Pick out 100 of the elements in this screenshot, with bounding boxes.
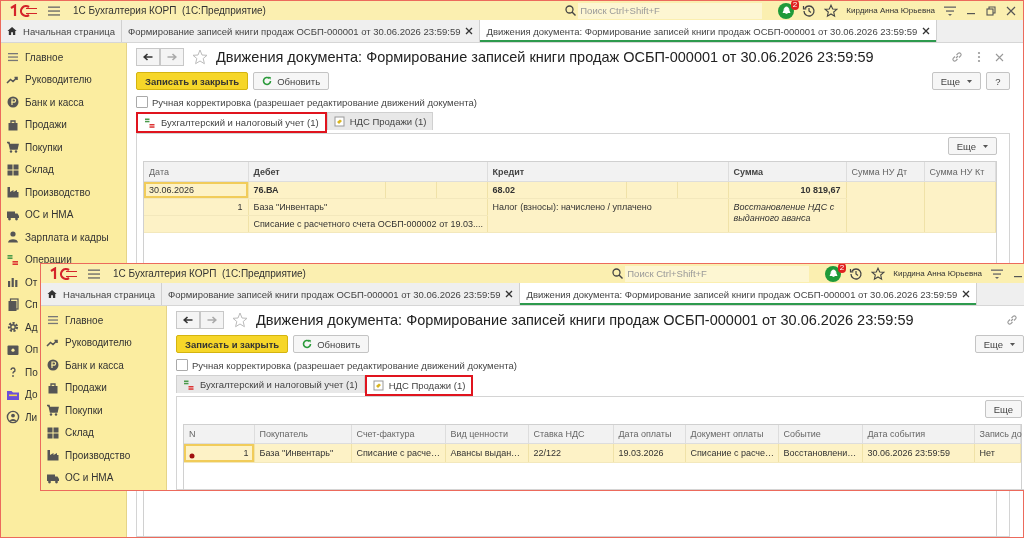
user-name[interactable]: Кирдина Анна Юрьевна <box>846 6 935 15</box>
column-header[interactable]: Запись до <box>974 425 1021 444</box>
table-row[interactable]: 1 База "Инвентарь" Списание с расче… Авансы выдан… 22/122 19.03.2026 Списание с расче… Восстановлени… 30.06.2026 23:59:59 Нет <box>184 443 1021 463</box>
menu-icon[interactable] <box>47 4 61 17</box>
column-header[interactable]: Сумма НУ Кт <box>924 162 996 182</box>
menu-icon[interactable] <box>990 267 1004 280</box>
sidebar-item[interactable]: По <box>1 361 38 384</box>
link-icon[interactable] <box>951 51 963 63</box>
column-header[interactable]: Событие <box>778 425 862 444</box>
column-header[interactable]: Дебет <box>248 162 487 182</box>
column-header[interactable]: Документ оплаты <box>685 425 778 444</box>
factory-icon <box>46 448 60 463</box>
column-header[interactable]: Сумма <box>728 162 846 182</box>
sidebar-item[interactable]: До <box>1 383 38 406</box>
sidebar-item[interactable]: Продажи <box>1 113 67 136</box>
checkbox-label: Ручная корректировка (разрешает редактирование движений документа) <box>192 359 517 371</box>
column-header[interactable]: Дата оплаты <box>613 425 685 444</box>
sidebar-item[interactable]: Ад <box>1 316 38 339</box>
menu-icon[interactable] <box>943 4 957 17</box>
sidebar-item[interactable]: Зарплата и кадры <box>1 226 109 249</box>
column-header[interactable]: Кредит <box>487 162 728 182</box>
form-tab[interactable]: НДС Продажи (1) <box>364 375 474 396</box>
star-icon[interactable] <box>232 312 248 328</box>
logo-icon[interactable] <box>9 3 39 18</box>
column-header[interactable]: Счет-фактура <box>351 425 445 444</box>
history-icon[interactable] <box>849 266 864 281</box>
form-tab[interactable]: НДС Продажи (1) <box>326 112 434 130</box>
ledger-icon <box>183 378 195 391</box>
close-icon[interactable] <box>505 290 514 298</box>
close-icon[interactable] <box>962 290 971 298</box>
sidebar-item[interactable]: Производство <box>1 181 91 204</box>
column-header[interactable]: N <box>184 425 254 444</box>
save-and-close-button[interactable]: Записать и закрыть <box>176 335 289 353</box>
sidebar-item[interactable]: Руководителю <box>41 331 132 354</box>
back-button[interactable] <box>136 48 160 66</box>
refresh-button[interactable]: Обновить <box>293 335 370 353</box>
tab-label: Формирование записей книги продаж ОСБП-000001 от 30.06.2026 23:59:59 <box>128 25 461 37</box>
coin-icon <box>6 95 20 110</box>
home-tab[interactable]: Начальная страница <box>41 283 162 305</box>
sidebar-item[interactable]: Ли <box>1 406 38 429</box>
star-icon[interactable] <box>824 3 839 18</box>
arrow-right-icon <box>167 53 177 61</box>
sidebar-item[interactable]: Главное <box>1 46 64 69</box>
star-icon[interactable] <box>192 49 208 65</box>
column-header[interactable]: Покупатель <box>254 425 351 444</box>
search-field[interactable]: Поиск Ctrl+Shift+F <box>625 265 810 282</box>
history-icon[interactable] <box>802 3 817 18</box>
table-cell: Восстановление НДС с выданного аванса <box>728 198 846 233</box>
form-tab[interactable]: Бухгалтерский и налоговый учет (1) <box>176 375 365 393</box>
save-and-close-button[interactable]: Записать и закрыть <box>136 72 249 90</box>
menu-icon[interactable] <box>87 267 101 280</box>
sidebar-item[interactable]: ОС и НМА <box>41 466 114 489</box>
sidebar-item[interactable]: Склад <box>1 158 54 181</box>
sidebar-item[interactable]: ОС и НМА <box>1 203 74 226</box>
close-icon[interactable] <box>1005 4 1017 17</box>
column-header[interactable]: Дата события <box>862 425 974 444</box>
sidebar-item[interactable]: Продажи <box>41 376 107 399</box>
user-name[interactable]: Кирдина Анна Юрьевна <box>893 269 982 278</box>
column-header[interactable]: Ставка НДС <box>528 425 613 444</box>
close-icon[interactable] <box>922 27 931 35</box>
bell-icon <box>781 6 791 15</box>
form-tab[interactable]: Бухгалтерский и налоговый учет (1) <box>136 112 327 133</box>
restore-icon[interactable] <box>985 4 997 17</box>
checkbox[interactable] <box>176 359 188 371</box>
link-icon[interactable] <box>1006 314 1018 326</box>
more-button[interactable]: Еще <box>931 72 981 90</box>
column-header[interactable]: Вид ценности <box>445 425 528 444</box>
sidebar-item[interactable]: Главное <box>41 309 104 332</box>
ledger-icon <box>6 252 20 267</box>
sidebar-item[interactable]: От <box>1 271 38 294</box>
sidebar-item[interactable]: Операции <box>1 248 72 271</box>
logo-icon[interactable] <box>49 266 79 281</box>
refresh-button[interactable]: Обновить <box>253 72 330 90</box>
search-field[interactable]: Поиск Ctrl+Shift+F <box>578 2 763 19</box>
more-button[interactable]: Еще <box>947 137 997 155</box>
arrow-left-icon <box>143 53 153 61</box>
sidebar-item[interactable]: Покупки <box>1 136 63 159</box>
home-tab[interactable]: Начальная страница <box>1 20 122 42</box>
sidebar-item[interactable]: Руководителю <box>1 68 92 91</box>
star-icon[interactable] <box>871 266 886 281</box>
sidebar-item[interactable]: Сп <box>1 293 38 316</box>
sidebar-item[interactable]: Банк и касса <box>1 91 84 114</box>
window-tab[interactable]: Движения документа: Формирование записей книги продаж ОСБП-000001 от 30.06.2026 23:59:59 <box>520 283 978 305</box>
sidebar-item[interactable]: Оп <box>1 338 39 361</box>
sidebar-item[interactable]: Склад <box>41 421 94 444</box>
checkbox[interactable] <box>136 96 148 108</box>
window-tab[interactable]: Движения документа: Формирование записей книги продаж ОСБП-000001 от 30.06.2026 23:59:59 <box>480 20 938 42</box>
table-cell: Налог (взносы): начислено / уплачено <box>487 198 728 233</box>
column-header[interactable]: Дата <box>144 162 248 182</box>
help-button[interactable]: ? <box>986 72 1010 90</box>
sidebar-item[interactable]: Банк и касса <box>41 354 124 377</box>
more-button[interactable]: Еще <box>984 400 1022 418</box>
form-title: Движения документа: Формирование записей книги продаж ОСБП-000001 от 30.06.2026 23:59:59 <box>256 312 914 328</box>
back-button[interactable] <box>176 311 200 329</box>
sidebar-item[interactable]: Покупки <box>41 399 103 422</box>
column-header[interactable]: Сумма НУ Дт <box>846 162 924 182</box>
checkbox-label: Ручная корректировка (разрешает редактирование движений документа) <box>152 96 477 108</box>
more-button[interactable]: Еще <box>974 335 1024 353</box>
sidebar-item[interactable]: Производство <box>41 444 131 467</box>
close-icon[interactable] <box>465 27 474 35</box>
